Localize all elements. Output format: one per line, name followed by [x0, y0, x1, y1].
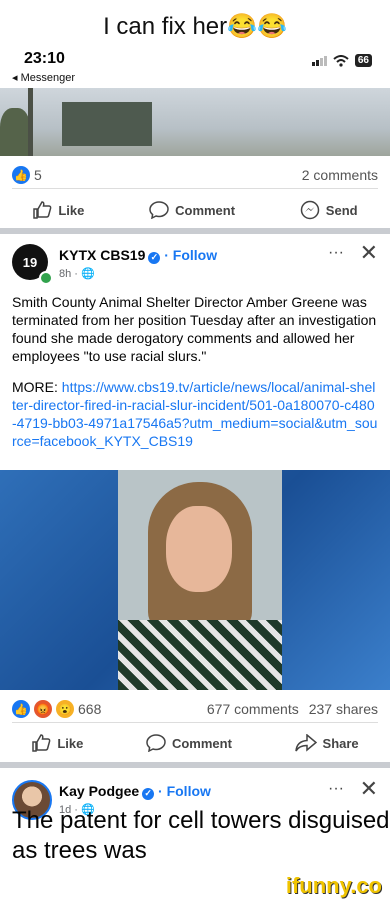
divider [12, 188, 378, 189]
wifi-icon [333, 54, 349, 67]
comment-icon [149, 201, 169, 219]
post1-actions: Like Comment Send [0, 200, 390, 220]
post2-header: 19 KYTX CBS19 ✓ · Follow 8h · 🌐 ··· ✕ [12, 240, 378, 288]
status-bar: 23:10 ◂ Messenger 66 [0, 46, 390, 90]
divider [12, 722, 378, 723]
post3-page-name: Kay Podgee ✓ · Follow [59, 783, 211, 800]
share-arrow-icon [294, 734, 317, 752]
post2-follow-link[interactable]: · Follow [164, 247, 217, 263]
verified-badge-icon: ✓ [148, 251, 161, 264]
verified-badge-icon: ✓ [142, 787, 155, 800]
post1-reaction-row: 👍 5 2 comments [12, 166, 378, 184]
post2-more: MORE: https://www.cbs19.tv/article/news/… [12, 379, 378, 449]
comment-button[interactable]: Comment [146, 734, 232, 752]
post2-reaction-count[interactable]: 668 [78, 701, 101, 717]
thumbs-up-icon [33, 201, 52, 219]
thumbs-up-icon [32, 734, 51, 752]
wow-reaction-icon: 😮 [56, 700, 74, 718]
send-button[interactable]: Send [300, 200, 358, 220]
online-indicator [39, 271, 53, 285]
post1-comments-count[interactable]: 2 comments [302, 167, 378, 183]
status-icons: 66 [311, 54, 372, 67]
post2-comments-count[interactable]: 677 comments [207, 701, 299, 717]
meme-caption: I can fix her😂😂 [103, 13, 287, 40]
post-separator [0, 228, 390, 234]
post3-follow-link[interactable]: · Follow [158, 783, 211, 799]
like-reaction-icon: 👍 [12, 166, 30, 184]
post3-text: The patent for cell towers disguised as … [12, 807, 390, 864]
battery-icon: 66 [354, 54, 372, 67]
comment-button[interactable]: Comment [149, 200, 235, 220]
close-icon[interactable]: ✕ [360, 776, 378, 802]
comment-icon [146, 734, 166, 752]
more-options-icon[interactable]: ··· [328, 244, 344, 262]
like-button[interactable]: Like [31, 734, 83, 752]
post2-shares-count[interactable]: 237 shares [309, 701, 378, 717]
previous-post-image[interactable] [0, 88, 390, 156]
status-time: 23:10 [24, 50, 65, 67]
angry-reaction-icon: 😡 [34, 700, 52, 718]
post2-actions: Like Comment Share [0, 734, 390, 752]
like-button[interactable]: Like [32, 200, 84, 220]
post2-text: Smith County Animal Shelter Director Amb… [12, 294, 377, 364]
person-photo [118, 470, 282, 690]
post1-reaction-count[interactable]: 5 [34, 167, 42, 183]
post2-page-name: KYTX CBS19 ✓ · Follow [59, 247, 218, 264]
article-link[interactable]: https://www.cbs19.tv/article/news/local/… [12, 379, 377, 449]
post-separator [0, 762, 390, 768]
post2-meta: 8h · 🌐 [59, 268, 95, 280]
share-button[interactable]: Share [294, 734, 359, 752]
post2-reaction-row: 👍 😡 😮 668 677 comments 237 shares [12, 700, 378, 718]
messenger-send-icon [300, 200, 320, 220]
like-reaction-icon: 👍 [12, 700, 30, 718]
ifunny-watermark: ifunny.co [285, 873, 382, 898]
close-icon[interactable]: ✕ [360, 240, 378, 266]
signal-icon [311, 55, 327, 66]
back-to-messenger[interactable]: ◂ Messenger [12, 71, 75, 84]
more-options-icon[interactable]: ··· [328, 780, 344, 798]
post2-photo[interactable] [0, 470, 390, 690]
